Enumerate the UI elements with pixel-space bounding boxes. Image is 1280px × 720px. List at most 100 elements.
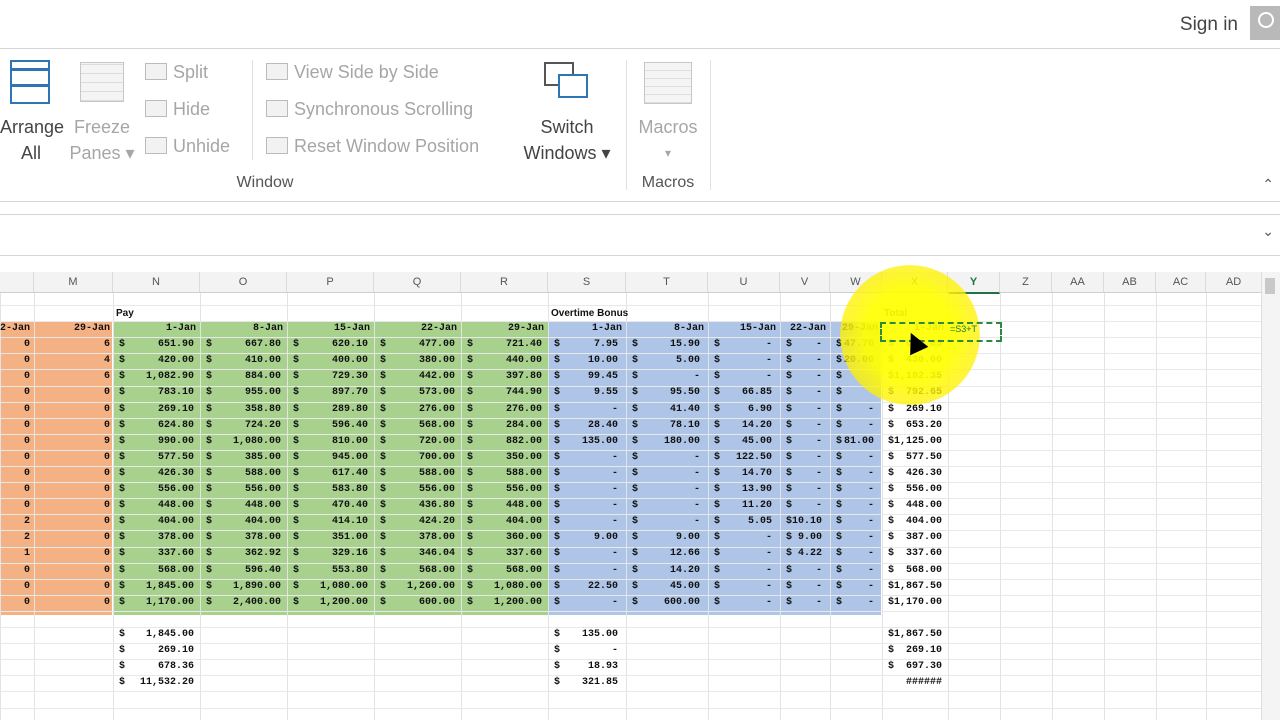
pay-cell: 276.00 <box>418 403 455 415</box>
summary-pay-cell: 269.10 <box>157 645 194 656</box>
overtime-cell: - <box>611 548 618 560</box>
hide-button[interactable]: Hide <box>145 99 210 120</box>
pay-cell: 588.00 <box>505 467 542 479</box>
pay-cell: 351.00 <box>331 532 368 544</box>
overtime-cell: 81.00 <box>843 435 874 447</box>
cell-count: 6 <box>103 339 110 351</box>
total-cell: 1,125.00 <box>893 435 942 447</box>
switch-windows-label-2: Windows ▾ <box>523 143 611 163</box>
date-header: 15-Jan <box>739 323 776 334</box>
overtime-cell: 10.00 <box>587 355 618 367</box>
pay-cell: 568.00 <box>157 564 194 576</box>
column-header: AC <box>1156 272 1206 292</box>
overtime-cell: 12.66 <box>669 548 700 560</box>
section-pay-label: Pay <box>116 308 134 319</box>
column-header: O <box>200 272 287 292</box>
cell-count: 0 <box>103 564 110 576</box>
cell-count: 0 <box>23 387 30 399</box>
gridline-v <box>1000 293 1001 720</box>
overtime-cell: 14.20 <box>669 564 700 576</box>
overtime-cell: - <box>611 403 618 415</box>
gridline-v <box>1104 293 1105 720</box>
pay-cell: 600.00 <box>418 596 455 608</box>
pay-cell: 588.00 <box>418 467 455 479</box>
vertical-scrollbar[interactable] <box>1261 272 1280 720</box>
pay-cell: 651.90 <box>157 339 194 351</box>
collapse-ribbon-icon[interactable]: ⌃ <box>1262 176 1274 193</box>
expand-formula-bar-icon[interactable]: ⌄ <box>1262 223 1274 240</box>
date-header: 1-Jan <box>591 323 622 334</box>
overtime-cell: 45.00 <box>741 435 772 447</box>
overtime-cell: - <box>867 500 874 512</box>
column-header: P <box>287 272 374 292</box>
total-cell: 577.50 <box>905 451 942 463</box>
synchronous-scrolling-button[interactable]: Synchronous Scrolling <box>266 99 473 120</box>
unhide-button[interactable]: Unhide <box>145 136 230 157</box>
pay-cell: 884.00 <box>244 371 281 383</box>
pay-cell: 721.40 <box>505 339 542 351</box>
currency-sign: $ <box>836 387 843 399</box>
formula-bar[interactable]: ⌄ <box>0 214 1280 256</box>
column-header: T <box>626 272 708 292</box>
pay-cell: 284.00 <box>505 419 542 431</box>
sync-scroll-icon <box>266 100 288 117</box>
pay-cell: 477.00 <box>418 339 455 351</box>
summary-ot-cell: 321.85 <box>581 677 618 689</box>
pay-cell: 1,082.90 <box>145 371 194 383</box>
gridline-h <box>0 691 1262 693</box>
pay-cell: 556.00 <box>418 484 455 495</box>
overtime-cell: - <box>867 532 874 544</box>
pay-cell: 882.00 <box>505 435 542 447</box>
pay-cell: 380.00 <box>418 355 455 367</box>
overtime-cell: - <box>693 451 700 463</box>
pay-cell: 414.10 <box>331 516 368 528</box>
cell-count: 0 <box>23 419 30 431</box>
worksheet-grid[interactable]: PayOvertime BonusTotal2-Jan29-Jan1-Jan8-… <box>0 293 1262 720</box>
overtime-cell: 13.90 <box>741 484 772 495</box>
summary-pay-cell: 1,845.00 <box>145 628 194 640</box>
total-cell: 568.00 <box>905 564 942 576</box>
sign-in-link[interactable]: Sign in <box>1180 14 1238 36</box>
column-header: U <box>708 272 780 292</box>
overtime-cell: 9.00 <box>675 532 700 544</box>
gridline-h <box>0 305 1262 306</box>
overtime-cell: - <box>693 371 700 383</box>
overtime-cell: - <box>815 500 822 512</box>
pay-cell: 1,260.00 <box>406 580 455 592</box>
pay-cell: 362.92 <box>244 548 281 560</box>
pay-cell: 783.10 <box>157 387 194 399</box>
user-account-icon[interactable] <box>1250 6 1280 40</box>
arrange-all-icon <box>10 60 50 104</box>
pay-cell: 448.00 <box>244 500 281 512</box>
view-side-by-side-button[interactable]: View Side by Side <box>266 62 439 83</box>
view-side-by-side-label: View Side by Side <box>294 62 439 82</box>
total-cell: 653.20 <box>905 419 942 431</box>
total-cell: 556.00 <box>905 484 942 495</box>
reset-window-position-button[interactable]: Reset Window Position <box>266 136 479 157</box>
macros-dropdown-icon: ▾ <box>664 146 672 160</box>
cell-count: 1 <box>23 548 30 560</box>
overtime-cell: 45.00 <box>669 580 700 592</box>
overtime-cell: 11.20 <box>741 500 772 512</box>
cell-count: 0 <box>23 580 30 592</box>
pay-cell: 897.70 <box>331 387 368 399</box>
overtime-cell: - <box>693 484 700 495</box>
overtime-cell: 22.50 <box>587 580 618 592</box>
cell-count: 0 <box>103 403 110 415</box>
column-header: AD <box>1206 272 1262 292</box>
cell-count: 0 <box>23 355 30 367</box>
overtime-cell: 95.50 <box>669 387 700 399</box>
pay-cell: 1,170.00 <box>145 596 194 608</box>
arrange-all-label-1: Arrange <box>0 117 65 137</box>
split-button[interactable]: Split <box>145 62 208 83</box>
cell-count: 0 <box>103 548 110 560</box>
pay-cell: 404.00 <box>157 516 194 528</box>
cell-count: 0 <box>23 596 30 608</box>
cell-count: 0 <box>23 467 30 479</box>
overtime-cell: 15.90 <box>669 339 700 351</box>
summary-total-cell: 1,867.50 <box>893 628 942 640</box>
cell-count: 6 <box>103 371 110 383</box>
overtime-cell: - <box>815 435 822 447</box>
pay-cell: 620.10 <box>331 339 368 351</box>
pay-cell: 337.60 <box>505 548 542 560</box>
